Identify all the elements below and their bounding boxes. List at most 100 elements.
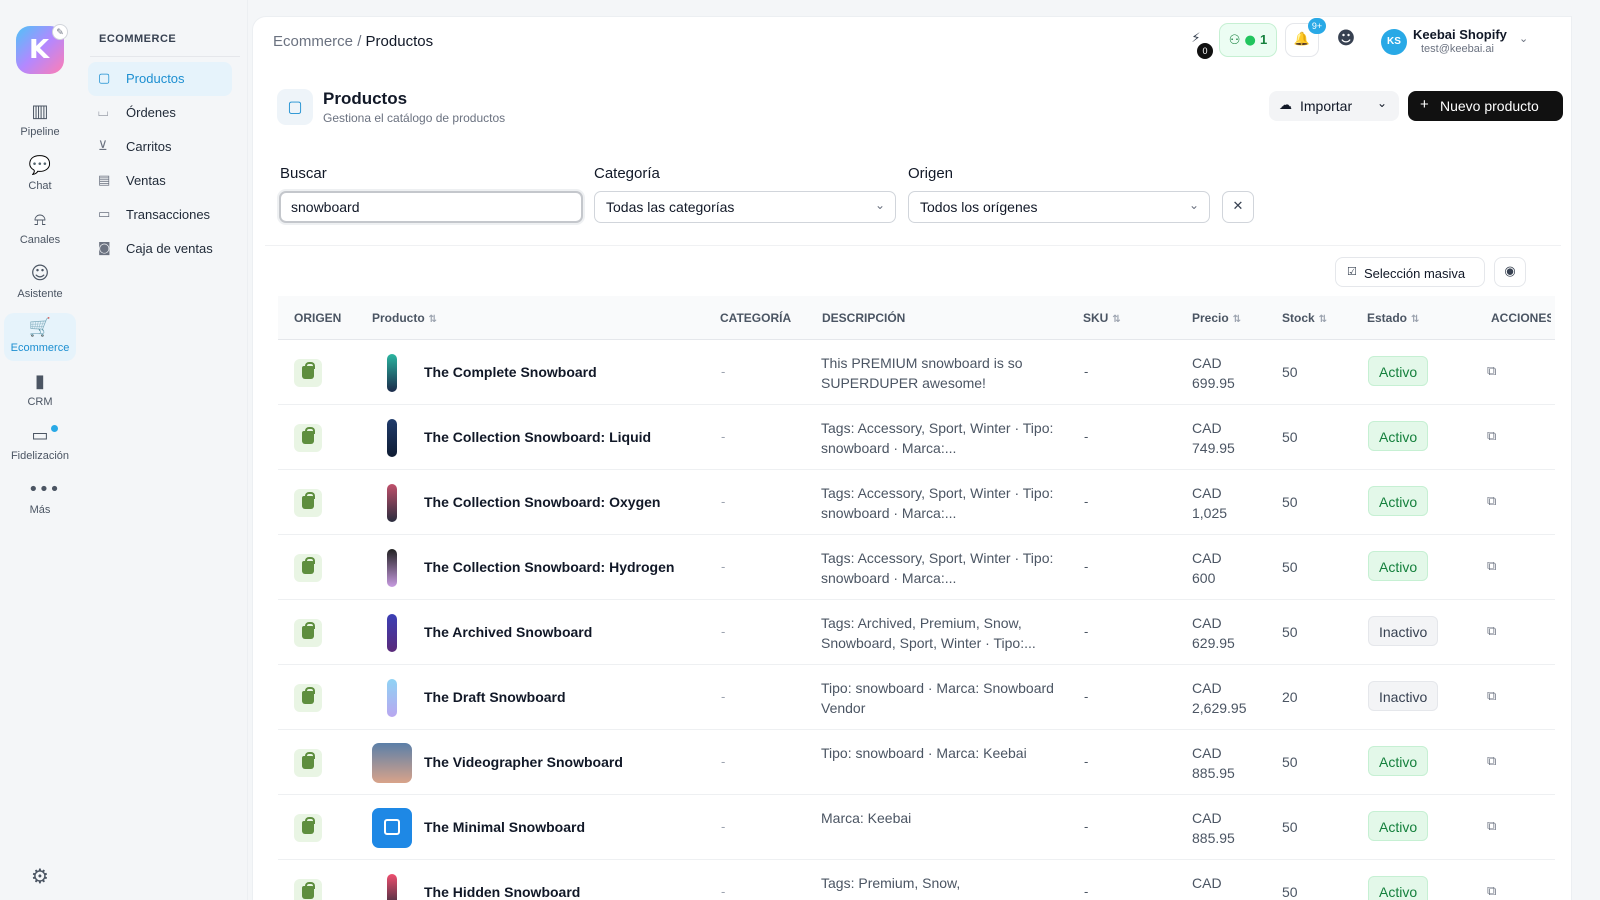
snowboard-graphic [387,549,397,587]
product-price: CAD 885.95 [1192,745,1235,781]
tasks-button[interactable]: ⚡ 0 [1179,23,1213,59]
shopify-origin-icon [294,749,322,777]
table-row[interactable]: The Minimal Snowboard - Marca: Keebai - CAD … [278,795,1555,860]
product-stock: 50 [1282,819,1298,835]
col-sku[interactable]: SKU ⇅ [1083,311,1121,325]
open-external-icon[interactable]: ⧉ [1487,559,1496,574]
table-row[interactable]: The Videographer Snowboard - Tipo: snowboa… [278,730,1555,795]
rail-item-chat[interactable]: 💬 Chat [4,151,76,199]
import-button[interactable]: ☁ Importar ⌄ [1269,91,1399,121]
shopping-bag-icon [302,427,315,444]
checkbox-icon: ☑ [1347,265,1357,278]
product-name[interactable]: The Collection Snowboard: Liquid [424,429,651,445]
user-menu[interactable]: KS Keebai Shopify test@keebai.ai ⌄ [1379,23,1539,57]
product-name[interactable]: The Collection Snowboard: Hydrogen [424,559,674,575]
product-name[interactable]: The Videographer Snowboard [424,754,623,770]
sort-icon: ⇅ [1232,314,1242,325]
user-email: test@keebai.ai [1421,43,1494,55]
mascot-button[interactable]: ☻ [1329,23,1363,57]
sort-icon: ⇅ [1318,314,1328,325]
sort-icon: ⇅ [1411,314,1420,325]
subnav-item-carritos[interactable]: ⊻ Carritos [88,130,232,164]
product-name[interactable]: The Minimal Snowboard [424,819,585,835]
table-row[interactable]: The Collection Snowboard: Hydrogen - Tags:… [278,535,1555,600]
product-stock: 50 [1282,429,1298,445]
open-external-icon[interactable]: ⧉ [1487,884,1496,899]
filters-divider [265,245,1561,246]
col-price[interactable]: Precio ⇅ [1192,311,1241,325]
open-external-icon[interactable]: ⧉ [1487,364,1496,379]
rail-item-asistente[interactable]: ☺ Asistente [4,259,76,307]
product-price: CAD 749.95 [1192,420,1235,456]
product-thumbnail [372,743,412,783]
subnav-item-rdenes[interactable]: ⌴ Órdenes [88,96,232,130]
subnav-item-label: Caja de ventas [126,241,213,256]
category-select[interactable]: Todas las categorías ⌄ [594,191,896,223]
shopping-bag-icon [302,492,315,509]
notifications-button[interactable]: 🔔 9+ [1285,18,1326,57]
page-title: Productos [323,89,408,108]
shopping-bag-icon [302,882,315,899]
snowboard-graphic [387,419,397,457]
edit-logo-icon[interactable]: ✎ [52,24,68,40]
col-actions-label: ACCIONES [1491,311,1551,325]
shopify-origin-icon [294,879,322,900]
table-row[interactable]: The Draft Snowboard - Tipo: snowboard · Ma… [278,665,1555,730]
clear-filters-button[interactable]: ✕ [1222,191,1254,223]
new-product-button[interactable]: + Nuevo producto [1408,91,1563,121]
table-row[interactable]: The Hidden Snowboard - Tags: Premium, Snow… [278,860,1555,900]
search-input[interactable] [291,199,551,215]
col-status[interactable]: Estado ⇅ [1367,311,1419,325]
product-name[interactable]: The Archived Snowboard [424,624,592,640]
category-label: Categoría [594,165,660,182]
subnav-item-ventas[interactable]: ▤ Ventas [88,164,232,198]
breadcrumb-parent[interactable]: Ecommerce [273,33,353,50]
open-external-icon[interactable]: ⧉ [1487,494,1496,509]
search-field[interactable] [279,191,583,223]
product-stock: 50 [1282,624,1298,640]
rail-item-pipeline[interactable]: ▥ Pipeline [4,97,76,145]
snowboard-graphic [387,354,397,392]
settings-gear-icon[interactable]: ⚙ [28,864,52,888]
rail-item-fidelizacin[interactable]: ▭ Fidelización [4,421,76,469]
col-product[interactable]: Producto ⇅ [372,311,437,325]
online-users-button[interactable]: ⚇ ● 1 [1219,23,1277,57]
table-row[interactable]: The Collection Snowboard: Oxygen - Tags: A… [278,470,1555,535]
subnav-item-transacciones[interactable]: ▭ Transacciones [88,198,232,232]
rail-item-crm[interactable]: ▮ CRM [4,367,76,415]
subnav-item-cajadeventas[interactable]: ◙ Caja de ventas [88,232,232,266]
product-category: - [721,429,726,444]
columns-visibility-button[interactable]: ◉ [1494,257,1526,287]
product-name[interactable]: The Hidden Snowboard [424,884,580,900]
col-stock[interactable]: Stock ⇅ [1282,311,1327,325]
open-external-icon[interactable]: ⧉ [1487,689,1496,704]
subnav-item-productos[interactable]: ▢ Productos [88,62,232,96]
product-name[interactable]: The Complete Snowboard [424,364,597,380]
shopping-bag-icon [302,687,315,704]
product-name[interactable]: The Collection Snowboard: Oxygen [424,494,660,510]
wallet-icon: ▭ [31,425,49,446]
open-external-icon[interactable]: ⧉ [1487,754,1496,769]
origin-select[interactable]: Todos los orígenes ⌄ [908,191,1210,223]
mass-select-button[interactable]: ☑ Selección masiva [1335,257,1485,287]
app-logo[interactable]: K ✎ [16,24,68,74]
rail-item-ecommerce[interactable]: 🛒 Ecommerce [4,313,76,361]
open-external-icon[interactable]: ⧉ [1487,819,1496,834]
table-row[interactable]: The Archived Snowboard - Tags: Archived, P… [278,600,1555,665]
col-price-label: Precio [1192,311,1229,325]
plus-icon: + [1420,96,1429,113]
open-external-icon[interactable]: ⧉ [1487,624,1496,639]
product-name[interactable]: The Draft Snowboard [424,689,566,705]
sort-icon: ⇅ [1112,314,1121,325]
product-price: CAD 699.95 [1192,355,1235,391]
rail-item-ms[interactable]: ••• Más [4,475,76,523]
table-row[interactable]: The Collection Snowboard: Liquid - Tags: A… [278,405,1555,470]
app-rail: K ✎ ▥ Pipeline 💬 Chat ⍾ Canales ☺ Asistente 🛒 Eco… [0,0,80,900]
open-external-icon[interactable]: ⧉ [1487,429,1496,444]
new-product-label: Nuevo producto [1440,98,1539,114]
product-thumbnail [372,678,412,718]
shopify-origin-icon [294,619,322,647]
product-category: - [721,754,726,769]
rail-item-canales[interactable]: ⍾ Canales [4,205,76,253]
table-row[interactable]: The Complete Snowboard - This PREMIUM snow… [278,340,1555,405]
